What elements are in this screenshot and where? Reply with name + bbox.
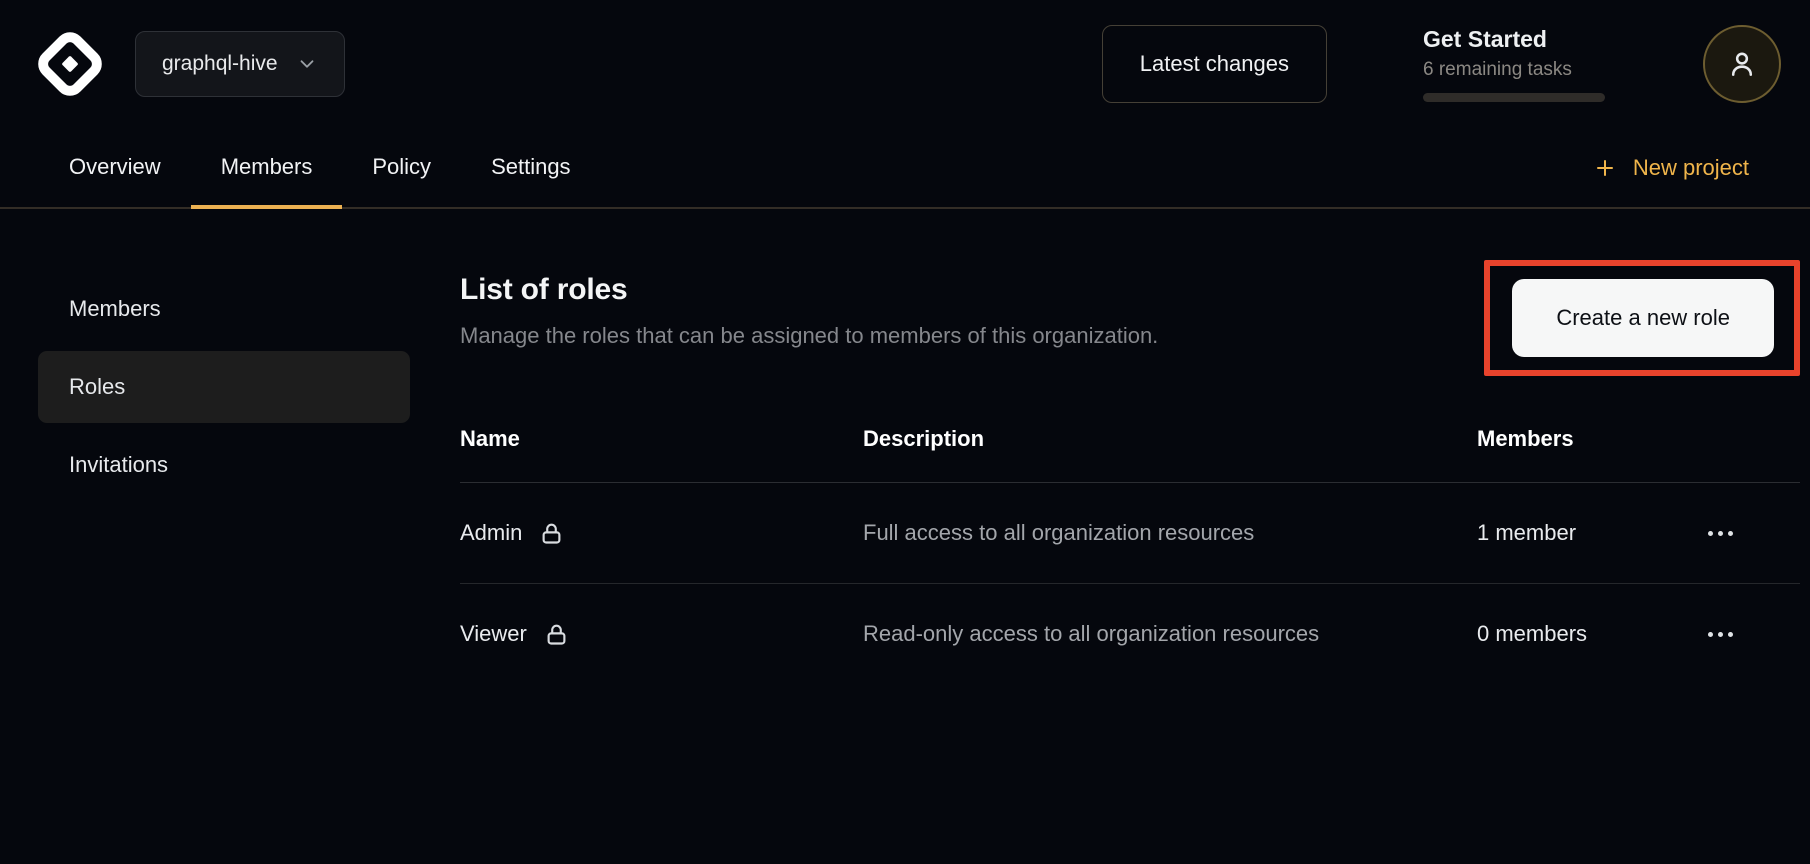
content-area: Members Roles Invitations List of roles … (0, 209, 1810, 684)
user-avatar[interactable] (1703, 25, 1781, 103)
organization-name: graphql-hive (162, 52, 278, 76)
role-name: Admin (460, 520, 522, 546)
organization-selector[interactable]: graphql-hive (135, 31, 345, 97)
column-header-description: Description (863, 426, 1477, 452)
annotation-highlight-box: Create a new role (1484, 260, 1800, 376)
hive-app: graphql-hive Latest changes Get Started … (0, 0, 1810, 864)
latest-changes-button[interactable]: Latest changes (1102, 25, 1327, 103)
sidebar-item-roles[interactable]: Roles (38, 351, 410, 423)
table-row-admin[interactable]: Admin Full access to all organization re… (460, 483, 1800, 583)
role-member-count: 0 members (1477, 621, 1706, 647)
user-icon (1725, 47, 1759, 81)
roles-heading-block: List of roles Manage the roles that can … (460, 273, 1158, 349)
roles-panel-header: List of roles Manage the roles that can … (460, 273, 1800, 376)
table-row-viewer[interactable]: Viewer Read-only access to all organizat… (460, 583, 1800, 684)
role-description: Read-only access to all organization res… (863, 614, 1343, 654)
lock-icon (543, 621, 570, 648)
hive-logo-icon[interactable] (35, 29, 105, 99)
create-new-role-button[interactable]: Create a new role (1512, 279, 1774, 357)
roles-table: Name Description Members Admin Full acce… (460, 426, 1800, 684)
row-menu-icon[interactable] (1706, 521, 1735, 546)
tab-policy[interactable]: Policy (342, 128, 461, 209)
top-bar: graphql-hive Latest changes Get Started … (0, 0, 1810, 128)
roles-table-header: Name Description Members (460, 426, 1800, 483)
tab-overview[interactable]: Overview (39, 128, 191, 209)
tab-settings[interactable]: Settings (461, 128, 601, 209)
roles-panel: List of roles Manage the roles that can … (460, 273, 1800, 684)
chevron-down-icon (296, 53, 318, 75)
top-bar-right: Latest changes Get Started 6 remaining t… (1102, 25, 1781, 103)
row-menu-icon[interactable] (1706, 622, 1735, 647)
get-started-widget[interactable]: Get Started 6 remaining tasks (1423, 26, 1605, 102)
role-member-count: 1 member (1477, 520, 1706, 546)
get-started-title: Get Started (1423, 26, 1605, 53)
plus-icon (1593, 156, 1617, 180)
sidebar-item-invitations[interactable]: Invitations (38, 429, 410, 501)
org-tab-bar: Overview Members Policy Settings New pro… (0, 128, 1810, 209)
role-description: Full access to all organization resource… (863, 513, 1343, 553)
page-subtitle: Manage the roles that can be assigned to… (460, 323, 1158, 349)
get-started-remaining-tasks: 6 remaining tasks (1423, 59, 1605, 81)
tab-members[interactable]: Members (191, 128, 343, 209)
get-started-progress-bar (1423, 93, 1605, 102)
role-name: Viewer (460, 621, 527, 647)
lock-icon (538, 520, 565, 547)
members-sidebar: Members Roles Invitations (38, 273, 410, 501)
column-header-name: Name (460, 426, 863, 452)
sidebar-item-members[interactable]: Members (38, 273, 410, 345)
new-project-button[interactable]: New project (1593, 155, 1749, 181)
page-title: List of roles (460, 273, 1158, 307)
column-header-members: Members (1477, 426, 1706, 452)
new-project-label: New project (1633, 155, 1749, 181)
